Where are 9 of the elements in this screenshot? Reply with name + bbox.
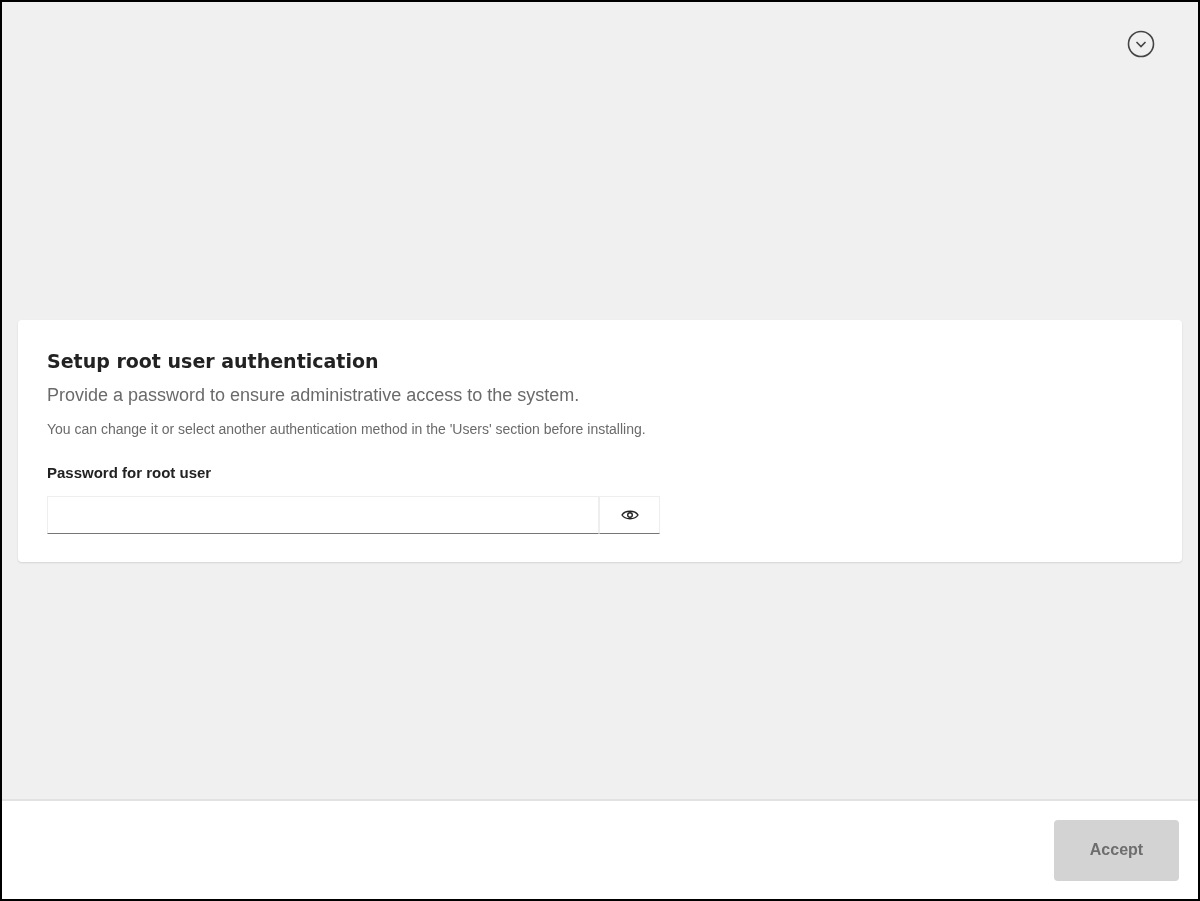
card-description: Provide a password to ensure administrative access to the system. bbox=[47, 383, 581, 407]
collapse-toggle-button[interactable] bbox=[1126, 29, 1156, 59]
password-field[interactable] bbox=[47, 496, 599, 535]
field-label: Password for root user bbox=[47, 462, 213, 483]
chevron-down-circle-icon bbox=[1127, 30, 1155, 58]
show-password-button[interactable] bbox=[599, 496, 660, 535]
card-title: Setup root user authentication bbox=[47, 350, 380, 374]
card-note: You can change it or select another authentication method in the 'Users' section before installing. bbox=[47, 419, 647, 439]
eye-icon bbox=[620, 509, 639, 522]
